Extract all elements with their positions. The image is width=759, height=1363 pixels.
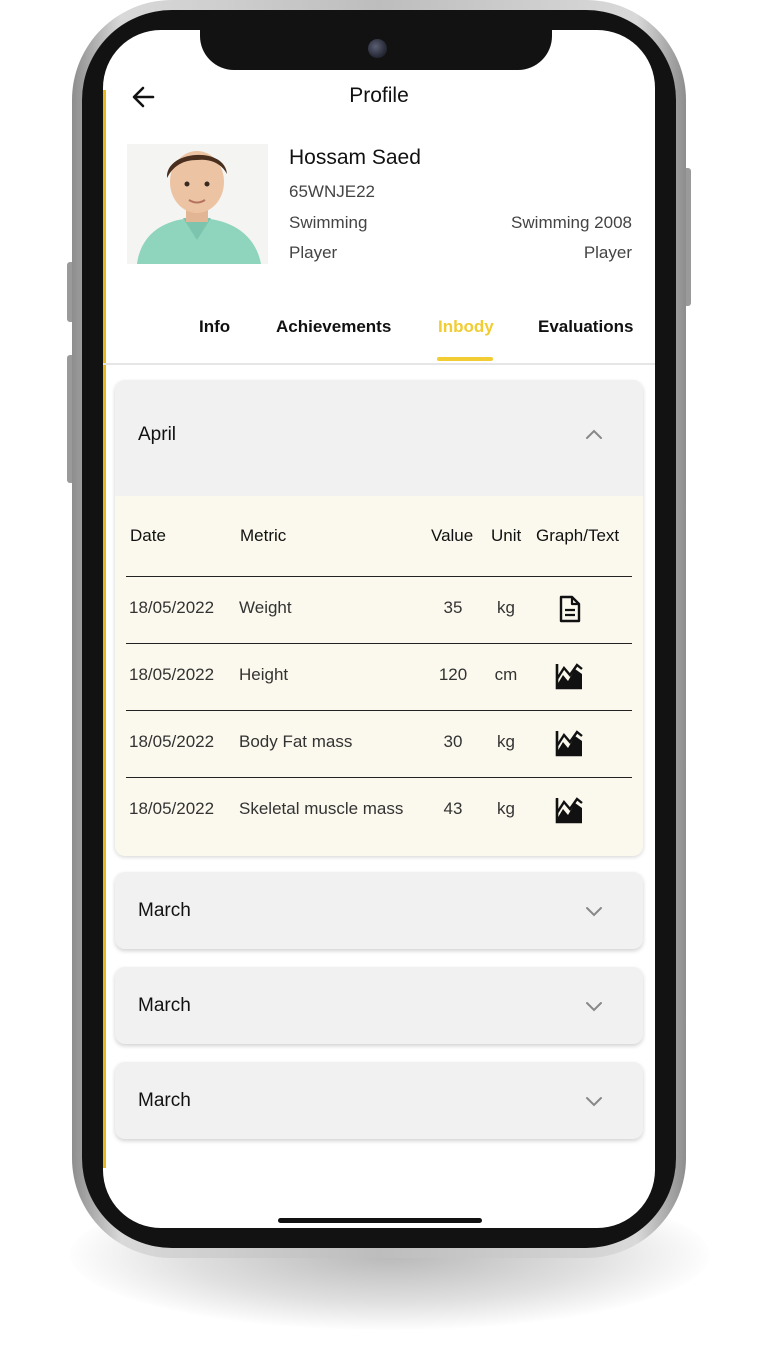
- active-tab-indicator: [437, 357, 493, 361]
- table-row: 18/05/2022 Body Fat mass 30 kg: [126, 710, 632, 777]
- accordion-header-label[interactable]: April: [138, 424, 176, 446]
- row-date: 18/05/2022: [129, 665, 215, 684]
- tab-inbody[interactable]: Inbody: [438, 317, 494, 337]
- profile-tabs: Info Achievements Inbody Evaluations: [103, 315, 655, 365]
- accordion-april: April Date Metric Value Unit Graph/Text …: [115, 380, 643, 856]
- accordion-march[interactable]: March: [115, 1062, 643, 1139]
- accordion-march[interactable]: March: [115, 872, 643, 949]
- table-row: 18/05/2022 Height 120 cm: [126, 643, 632, 710]
- player-team: Swimming 2008: [511, 213, 632, 232]
- row-value: 35: [443, 598, 463, 617]
- notch: [200, 30, 552, 70]
- row-unit: kg: [497, 598, 515, 617]
- column-header-unit: Unit: [491, 526, 522, 545]
- row-value: 120: [438, 665, 468, 684]
- chevron-down-icon[interactable]: [585, 905, 603, 917]
- accordion-header-label[interactable]: March: [138, 995, 191, 1017]
- row-date: 18/05/2022: [129, 598, 215, 617]
- player-name: Hossam Saed: [289, 146, 421, 169]
- column-header-graph-text: Graph/Text: [536, 526, 620, 545]
- player-role: Player: [289, 243, 338, 262]
- column-header-value: Value: [431, 526, 474, 545]
- home-indicator[interactable]: [278, 1218, 482, 1223]
- row-metric: Height: [239, 665, 289, 684]
- avatar: [127, 144, 268, 264]
- tab-achievements[interactable]: Achievements: [276, 317, 391, 337]
- player-role-secondary: Player: [583, 243, 632, 262]
- player-sport: Swimming: [289, 213, 368, 232]
- accent-edge: [103, 90, 106, 1168]
- document-icon[interactable]: [554, 594, 584, 624]
- row-date: 18/05/2022: [129, 799, 215, 818]
- page-title: Profile: [349, 84, 409, 107]
- tab-evaluations[interactable]: Evaluations: [538, 317, 633, 337]
- player-code: 65WNJE22: [289, 182, 375, 201]
- app-header: Profile: [103, 76, 655, 116]
- table-row: 18/05/2022 Weight 35 kg: [126, 576, 632, 643]
- row-metric: Skeletal muscle mass: [239, 799, 404, 818]
- chevron-down-icon[interactable]: [585, 1095, 603, 1107]
- column-header-metric: Metric: [240, 526, 287, 545]
- chart-icon[interactable]: [554, 661, 584, 691]
- row-date: 18/05/2022: [129, 732, 215, 751]
- row-unit: cm: [494, 665, 518, 684]
- chevron-up-icon[interactable]: [585, 428, 603, 440]
- row-value: 43: [443, 799, 463, 818]
- app-screen: Profile Hossam Saed 65WNJE22 Swimming Sw…: [103, 30, 655, 1228]
- accordion-header-label[interactable]: March: [138, 1090, 191, 1112]
- chart-icon[interactable]: [554, 728, 584, 758]
- chevron-down-icon[interactable]: [585, 1000, 603, 1012]
- row-metric: Body Fat mass: [239, 732, 353, 751]
- row-metric: Weight: [239, 598, 292, 617]
- row-unit: kg: [497, 799, 515, 818]
- table-row: 18/05/2022 Skeletal muscle mass 43 kg: [126, 777, 632, 844]
- camera-icon: [368, 39, 387, 58]
- column-header-date: Date: [130, 526, 166, 545]
- chart-icon[interactable]: [554, 795, 584, 825]
- accordion-header-label[interactable]: March: [138, 900, 191, 922]
- tab-info[interactable]: Info: [199, 317, 230, 337]
- row-unit: kg: [497, 732, 515, 751]
- accordion-march[interactable]: March: [115, 967, 643, 1044]
- inbody-table: Date Metric Value Unit Graph/Text 18/05/…: [115, 496, 643, 856]
- row-value: 30: [443, 732, 463, 751]
